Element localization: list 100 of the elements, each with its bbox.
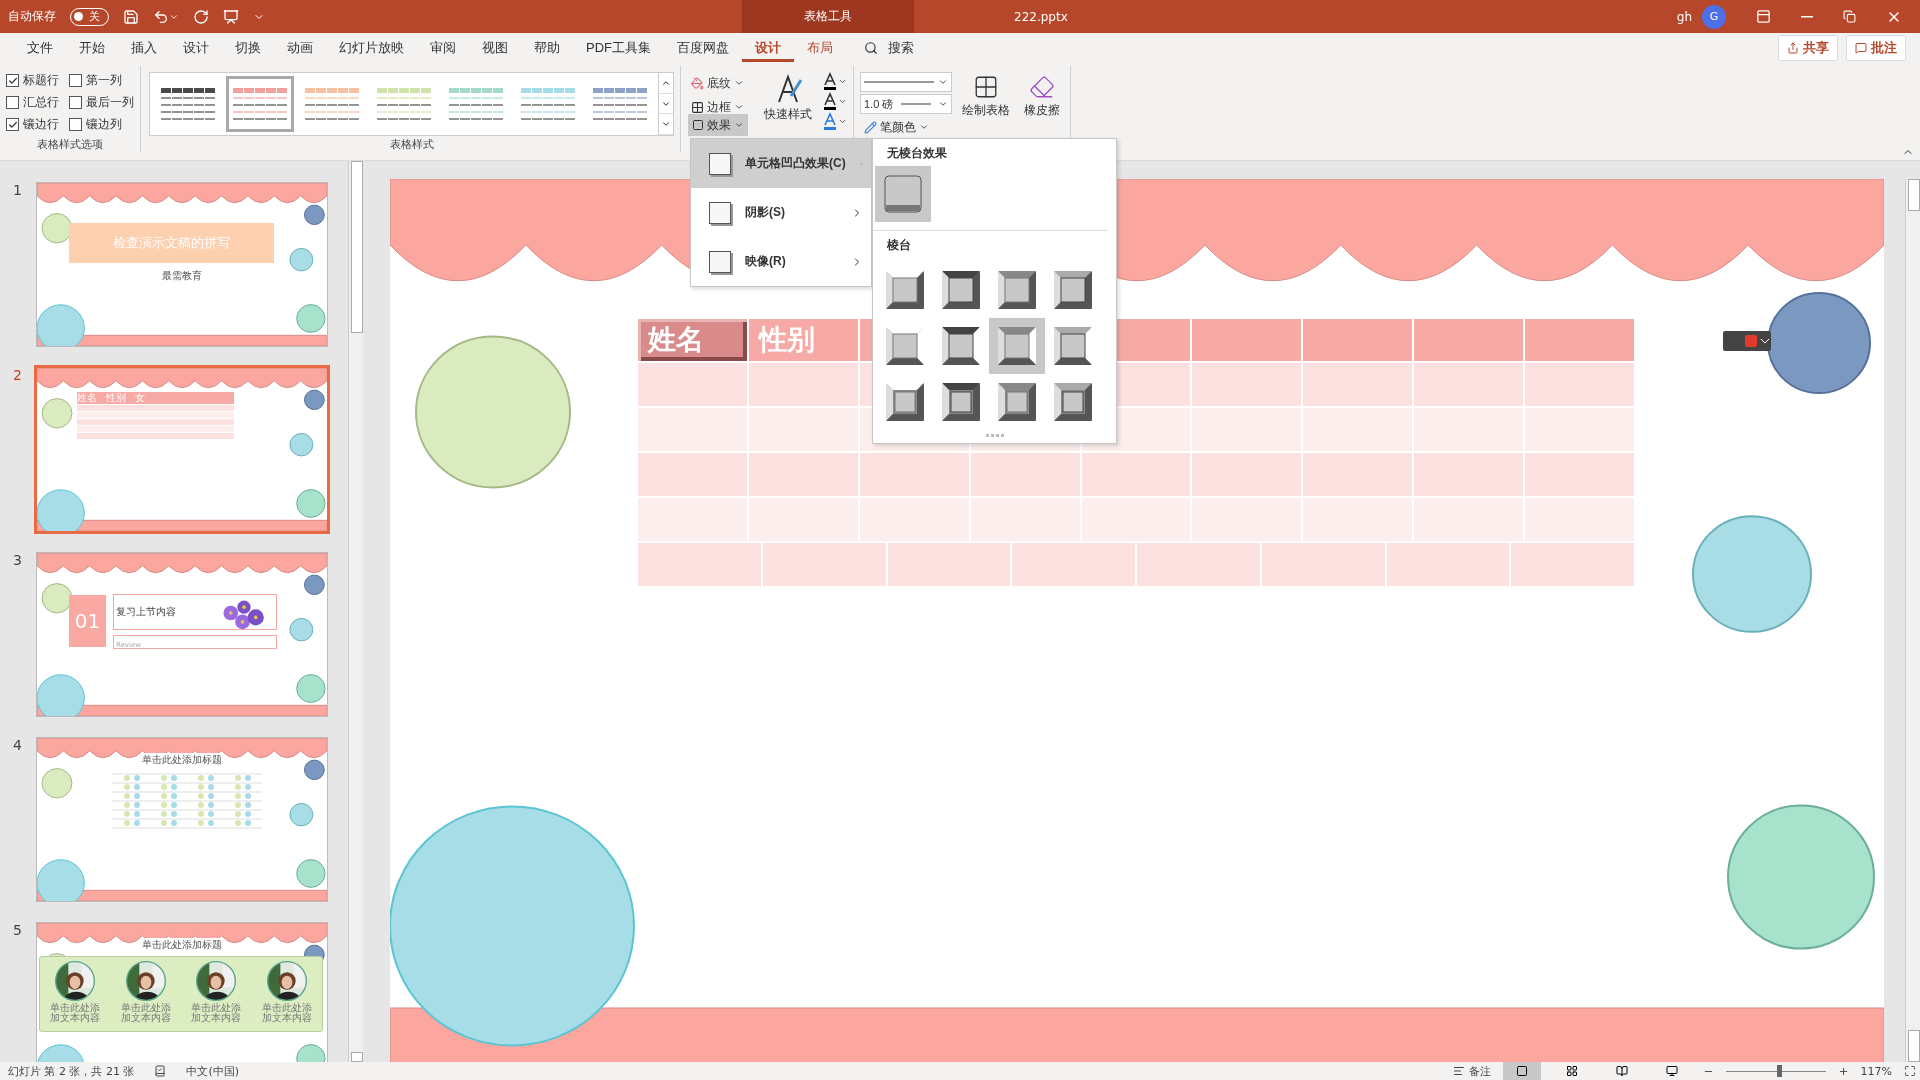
shading-button[interactable]: 底纹 <box>687 72 748 94</box>
ribbon-tab[interactable]: 帮助 <box>521 33 573 62</box>
slide-number: 2 <box>12 367 23 385</box>
restore-icon <box>1843 10 1856 23</box>
square-icon <box>709 201 731 224</box>
view-button[interactable] <box>1502 1062 1541 1080</box>
ribbon-display-button[interactable] <box>1756 9 1771 24</box>
text-color-button[interactable] <box>822 112 847 130</box>
spell-check-icon <box>154 1065 167 1077</box>
ribbon-tab[interactable]: 插入 <box>118 33 170 62</box>
ribbon-tab[interactable]: 布局 <box>794 33 846 62</box>
circle-shape <box>304 389 325 411</box>
share-icon <box>1787 41 1799 54</box>
redo-button[interactable] <box>193 8 209 25</box>
undo-icon <box>153 8 169 25</box>
ribbon-tab[interactable]: 文件 <box>14 33 66 62</box>
share-button[interactable]: 共享 <box>1778 34 1838 61</box>
effects-button[interactable]: 效果 <box>688 114 748 136</box>
normal-view-icon <box>1515 1065 1528 1077</box>
restore-button[interactable] <box>1843 10 1856 23</box>
line-weight-icon <box>900 102 931 106</box>
undo-button[interactable] <box>153 8 179 25</box>
draw-table-icon <box>973 74 999 100</box>
ribbon-tab[interactable]: 开始 <box>66 33 118 62</box>
circle-shape <box>296 304 326 333</box>
save-button[interactable] <box>123 8 139 25</box>
input-method-icon <box>1723 331 1771 351</box>
present-button[interactable] <box>223 8 239 25</box>
font-color-icon <box>822 92 838 110</box>
resize-grip-icon[interactable] <box>985 434 1004 437</box>
search-button[interactable]: 搜索 <box>858 37 920 58</box>
caret-icon <box>938 77 948 87</box>
circle-shape <box>41 583 73 614</box>
quick-styles-button[interactable]: 快速样式 <box>760 72 816 125</box>
language-label[interactable]: 中文(中国) <box>186 1063 240 1079</box>
presentation-icon <box>223 8 239 25</box>
slide-number: 1 <box>12 182 23 200</box>
slide-thumbnail[interactable]: 单击此处添加标题 <box>36 737 328 902</box>
style-option-checkbox[interactable]: 标题行 <box>6 72 59 89</box>
fit-to-window-button[interactable] <box>1904 1065 1916 1077</box>
table-header-cell: 性别 <box>748 319 858 361</box>
style-option-checkbox[interactable]: 镶边列 <box>69 116 134 133</box>
style-option-checkbox[interactable]: 第一列 <box>69 72 134 89</box>
pen-style-dropdown[interactable] <box>860 72 952 92</box>
bevel-icon <box>997 382 1037 422</box>
photo-caption: 单击此处添加文本内容 <box>119 1003 172 1023</box>
font-color-icon <box>822 112 838 130</box>
comments-button[interactable]: 批注 <box>1846 34 1906 61</box>
notes-button[interactable]: 备注 <box>1452 1063 1491 1079</box>
slide-number: 3 <box>12 552 23 570</box>
effects-menu-item[interactable]: 单元格凹凸效果(C) <box>691 139 871 188</box>
slide-thumbnail[interactable]: 检查演示文稿的拼写 最需教育 <box>36 182 328 347</box>
circle-shape <box>41 213 73 244</box>
ribbon-tab[interactable]: 审阅 <box>417 33 469 62</box>
avatar[interactable]: G <box>1702 4 1726 29</box>
paint-bucket-icon <box>691 76 704 90</box>
flat-square-icon <box>883 174 923 214</box>
slide-thumbnail[interactable]: 单击此处添加标题 单击此处添加文本内容 单击此处添加文本内容 单击此处添加文本内容 单击此处添加文本内容 <box>36 922 328 1062</box>
scrollbar[interactable] <box>1905 179 1920 1062</box>
ribbon-tab[interactable]: 视图 <box>469 33 521 62</box>
borders-icon <box>691 100 704 114</box>
effects-menu-item[interactable]: 映像(R) <box>691 237 871 286</box>
style-option-checkbox[interactable]: 镶边行 <box>6 116 59 133</box>
ribbon-tab[interactable]: 幻灯片放映 <box>326 33 417 62</box>
pen-color-button[interactable]: 笔颜色 <box>860 116 952 138</box>
zoom-level[interactable]: 117% <box>1860 1064 1892 1078</box>
minimize-button[interactable] <box>1801 15 1813 18</box>
save-icon <box>123 8 139 25</box>
circle-shape <box>289 247 314 272</box>
ribbon-tab[interactable]: 百度网盘 <box>664 33 742 62</box>
circle-shape <box>41 398 73 429</box>
no-bevel-option[interactable] <box>875 166 931 222</box>
bevel-icon <box>885 270 925 310</box>
check-icon <box>7 75 18 86</box>
bevel-icon <box>941 326 981 366</box>
comment-icon <box>1855 41 1867 54</box>
scrollbar[interactable] <box>348 161 363 1062</box>
ribbon-tab[interactable]: PDF工具集 <box>573 33 664 62</box>
eraser-button[interactable]: 橡皮擦 <box>1020 72 1064 121</box>
text-color-button[interactable] <box>822 92 847 110</box>
group-label: 表格样式选项 <box>36 137 104 152</box>
pen-icon <box>864 120 877 134</box>
ribbon-tab[interactable]: 设计 <box>170 33 222 62</box>
style-option-checkbox[interactable]: 汇总行 <box>6 94 59 111</box>
pen-weight-dropdown[interactable]: 1.0 磅 <box>860 94 952 114</box>
style-option-checkbox[interactable]: 最后一列 <box>69 94 134 111</box>
circle-shape <box>296 674 326 703</box>
zoom-in-button[interactable] <box>1837 1065 1849 1077</box>
draw-table-button[interactable]: 绘制表格 <box>958 72 1014 121</box>
notes-icon <box>1452 1065 1465 1077</box>
bevel-icon <box>1053 382 1093 422</box>
ribbon-tab[interactable]: 动画 <box>274 33 326 62</box>
minimize-icon <box>1801 15 1813 18</box>
bevel-icon <box>997 326 1037 366</box>
ribbon-tab[interactable]: 设计 <box>742 33 794 62</box>
effects-menu-item[interactable]: 阴影(S) <box>691 188 871 237</box>
ribbon-tab[interactable]: 切换 <box>222 33 274 62</box>
caret-icon <box>919 122 929 132</box>
text-color-button[interactable] <box>822 72 847 90</box>
bevel-option[interactable] <box>989 318 1045 374</box>
